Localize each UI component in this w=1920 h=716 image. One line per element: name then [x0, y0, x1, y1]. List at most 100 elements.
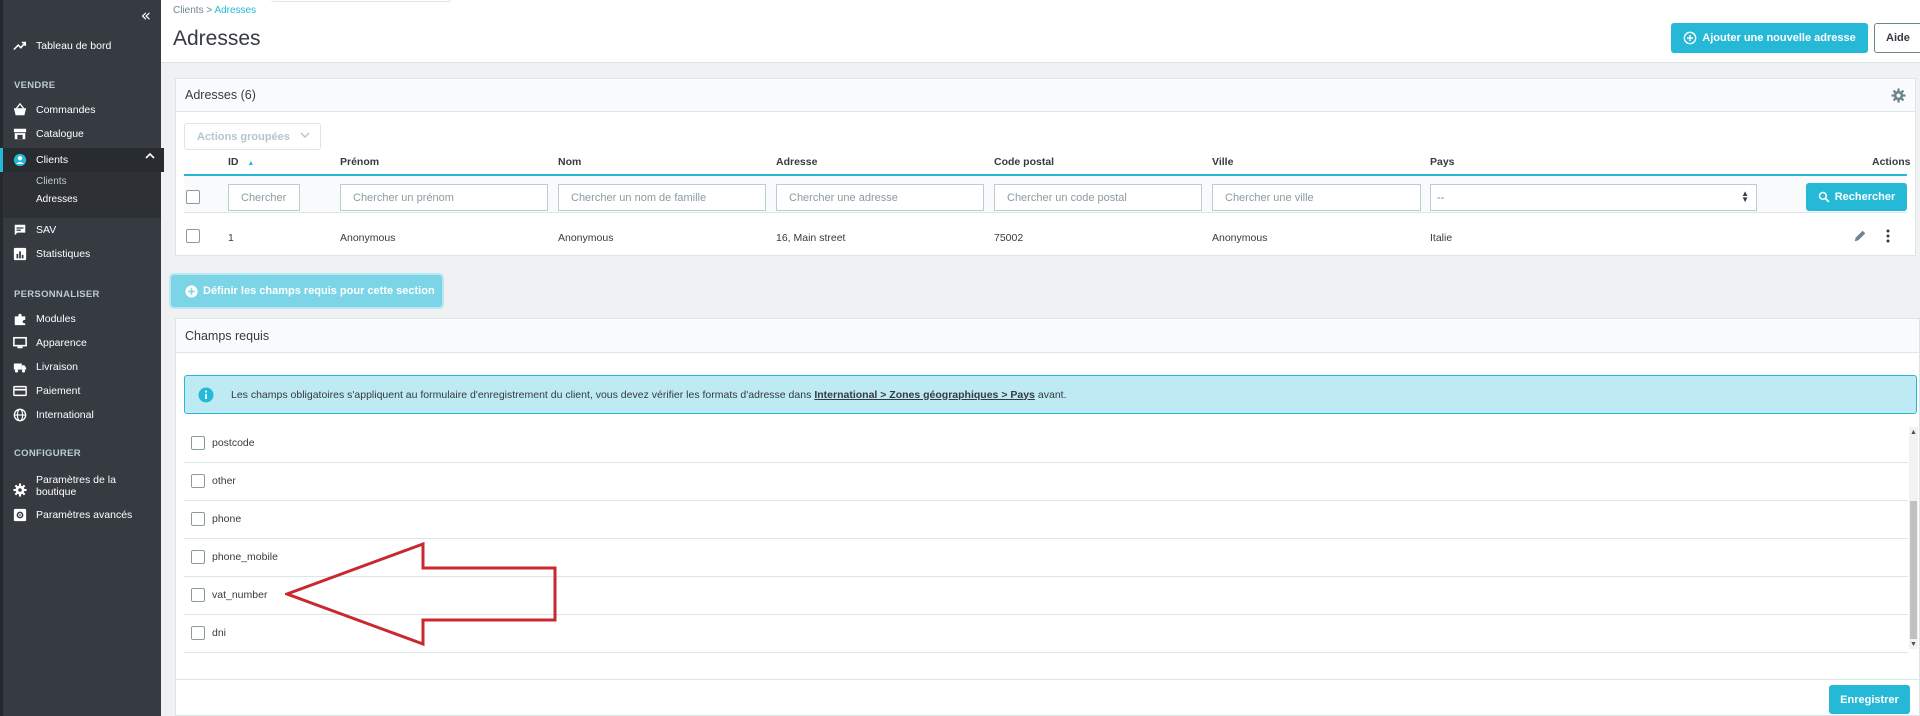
more-vertical-icon[interactable]	[1884, 228, 1892, 244]
save-button[interactable]: Enregistrer	[1829, 685, 1910, 714]
truck-icon	[13, 363, 27, 373]
field-checkbox[interactable]	[191, 550, 205, 564]
customers-submenu	[3, 172, 161, 218]
scroll-down-arrow-icon[interactable]: ▼	[1910, 641, 1917, 648]
column-header-firstname[interactable]: Prénom	[340, 156, 379, 168]
cell-id: 1	[228, 232, 234, 244]
gear-icon[interactable]	[1891, 88, 1906, 103]
define-required-fields-label: Définir les champs requis pour cette sec…	[203, 285, 435, 297]
page-title: Adresses	[173, 27, 261, 50]
sidebar-item-catalog[interactable]: Catalogue	[13, 125, 84, 143]
column-header-lastname[interactable]: Nom	[558, 156, 581, 168]
field-checkbox[interactable]	[191, 626, 205, 640]
sidebar-item-label: Livraison	[36, 361, 79, 373]
edit-pencil-icon[interactable]	[1853, 229, 1867, 243]
breadcrumb: Clients > Adresses	[173, 5, 256, 16]
column-header-city[interactable]: Ville	[1212, 156, 1233, 168]
row-divider	[184, 255, 1907, 256]
sidebar-item-advanced-params[interactable]: Paramètres avancés	[13, 506, 132, 524]
field-checkbox[interactable]	[191, 436, 205, 450]
plus-circle-icon	[185, 284, 198, 298]
column-header-actions: Actions	[1872, 156, 1911, 168]
submenu-item-customers[interactable]: Clients	[36, 176, 67, 187]
cell-lastname: Anonymous	[558, 232, 614, 244]
sidebar-item-label: Tableau de bord	[36, 40, 112, 52]
submenu-item-addresses[interactable]: Adresses	[36, 194, 78, 205]
selected-country: --	[1437, 191, 1445, 204]
sidebar-item-shop-params[interactable]: Paramètres de la boutique	[13, 472, 116, 500]
required-fields-card: Champs requis Les champs obligatoires s'…	[175, 318, 1920, 716]
cell-firstname: Anonymous	[340, 232, 396, 244]
filter-firstname-input[interactable]: Chercher un prénom	[340, 184, 548, 211]
sidebar-item-label: Clients	[36, 154, 69, 166]
column-header-postcode[interactable]: Code postal	[994, 156, 1054, 168]
filter-city-input[interactable]: Chercher une ville	[1212, 184, 1421, 211]
filter-id-input[interactable]: Chercher	[228, 184, 300, 211]
help-button[interactable]: Aide	[1874, 23, 1920, 53]
define-required-fields-button[interactable]: Définir les champs requis pour cette sec…	[171, 275, 442, 307]
search-button[interactable]: Rechercher	[1806, 183, 1907, 211]
required-fields-title: Champs requis	[185, 329, 270, 343]
field-checkbox[interactable]	[191, 588, 205, 602]
sidebar-item-payment[interactable]: Paiement	[13, 382, 80, 400]
list-item[interactable]: other	[184, 463, 1908, 501]
info-icon	[198, 387, 214, 403]
column-header-id[interactable]: ID ▲	[228, 156, 254, 168]
sidebar-item-appearance[interactable]: Apparence	[13, 334, 87, 352]
sidebar-item-dashboard[interactable]: Tableau de bord	[13, 37, 111, 55]
column-header-address[interactable]: Adresse	[776, 156, 817, 168]
trending-up-icon	[13, 41, 27, 51]
top-search-field[interactable]	[271, 0, 451, 2]
chat-icon	[14, 224, 26, 236]
sidebar-item-shipping[interactable]: Livraison	[13, 358, 78, 376]
column-header-country[interactable]: Pays	[1430, 156, 1455, 168]
breadcrumb-parent[interactable]: Clients	[173, 5, 204, 16]
select-all-checkbox[interactable]	[186, 190, 200, 204]
sidebar-item-customers[interactable]: Clients	[13, 151, 68, 169]
sidebar-item-stats[interactable]: Statistiques	[13, 245, 90, 263]
sidebar-item-orders[interactable]: Commandes	[13, 101, 96, 119]
list-item[interactable]: postcode	[184, 425, 1908, 463]
sidebar-item-international[interactable]: International	[13, 406, 94, 424]
bulk-actions-dropdown[interactable]: Actions groupées	[184, 123, 321, 150]
add-address-button[interactable]: Ajouter une nouvelle adresse	[1671, 23, 1868, 53]
scroll-up-arrow-icon[interactable]: ▲	[1910, 429, 1917, 436]
required-fields-header: Champs requis	[176, 319, 1919, 353]
field-label: phone	[212, 513, 242, 525]
label-line-2: boutique	[36, 486, 77, 498]
field-checkbox[interactable]	[191, 512, 205, 526]
list-item[interactable]: phone	[184, 501, 1908, 539]
field-label: phone_mobile	[212, 551, 278, 563]
sidebar-item-label: Apparence	[36, 337, 87, 349]
filter-lastname-input[interactable]: Chercher un nom de famille	[558, 184, 766, 211]
addresses-title: Adresses (6)	[185, 88, 256, 102]
cell-country: Italie	[1430, 232, 1453, 244]
bulk-actions-label: Actions groupées	[197, 130, 290, 143]
field-checkbox[interactable]	[191, 474, 205, 488]
search-icon	[1818, 191, 1830, 203]
breadcrumb-current[interactable]: Adresses	[214, 5, 256, 16]
sidebar-item-label: Catalogue	[36, 128, 84, 140]
filter-postcode-input[interactable]: Chercher un code postal	[994, 184, 1202, 211]
settings-box-icon	[13, 508, 27, 522]
section-sell: VENDRE	[14, 80, 56, 91]
filter-country-select[interactable]: -- ▲ ▼	[1430, 184, 1757, 211]
basket-icon	[13, 103, 27, 116]
sidebar-item-modules[interactable]: Modules	[13, 310, 76, 328]
sidebar-item-label: Paramètres avancés	[36, 509, 133, 521]
row-checkbox[interactable]	[186, 229, 200, 243]
alert-suffix: avant.	[1037, 388, 1067, 401]
collapse-sidebar-icon[interactable]: «	[141, 8, 151, 25]
sidebar-item-support[interactable]: SAV	[13, 221, 56, 239]
addresses-card: Adresses (6) Actions groupées ID ▲ Préno…	[175, 78, 1916, 256]
sort-asc-icon[interactable]: ▲	[247, 160, 254, 167]
scrollbar-thumb[interactable]	[1910, 501, 1917, 639]
sidebar-item-label: International	[36, 409, 94, 421]
bar-chart-icon	[13, 247, 27, 261]
plus-circle-icon	[1683, 31, 1697, 45]
alert-link-countries[interactable]: International > Zones géographiques > Pa…	[814, 389, 1035, 401]
field-label: vat_number	[212, 589, 268, 601]
filter-address-input[interactable]: Chercher une adresse	[776, 184, 984, 211]
cell-city: Anonymous	[1212, 232, 1268, 244]
page-header: Clients > Adresses Adresses Ajouter une …	[161, 0, 1920, 63]
